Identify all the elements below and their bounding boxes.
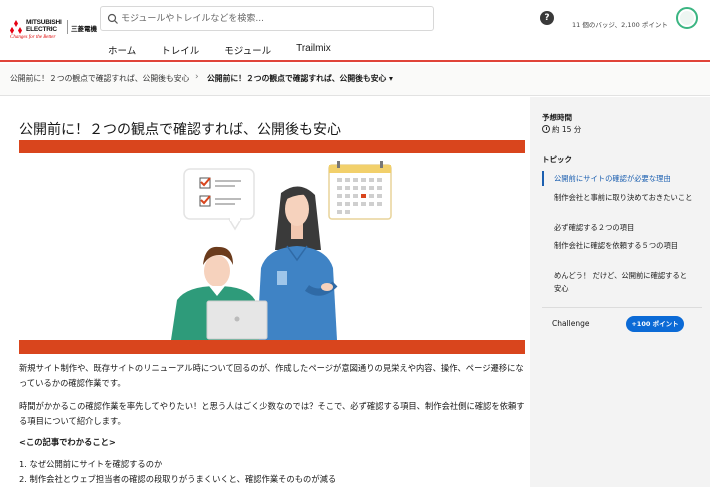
topic-link[interactable]: 制作会社に確認を依頼する５つの項目 [554, 239, 694, 252]
intro-paragraph: 新規サイト制作や、既存サイトのリニューアル時について回るのが、作成したページが意… [19, 363, 524, 388]
unit-sidebar: 予想時間 約 15 分 トピック 公開前にサイトの確認が必要な理由 制作会社と事… [530, 97, 710, 487]
help-icon[interactable]: ? [540, 11, 554, 25]
estimated-time-value: 約 15 分 [542, 124, 581, 135]
search-input[interactable] [121, 9, 421, 28]
sidebar-divider [542, 307, 702, 308]
calendar-icon [328, 161, 392, 220]
nav-item-modules[interactable]: モジュール [224, 43, 271, 57]
section-heading: <この記事でわかること> [19, 437, 116, 447]
breadcrumb-parent[interactable]: 公開前に！２つの観点で確認すれば、公開後も安心 [10, 73, 189, 84]
search-box[interactable] [100, 6, 434, 31]
breadcrumb-current-dropdown[interactable]: 公開前に！２つの観点で確認すれば、公開後も安心 ▾ [207, 73, 393, 84]
intro-paragraph-2: 時間がかかるこの確認作業を率先してやりたい！と思う人はごく少数なのでは？そこで、… [19, 401, 525, 426]
nav-item-home[interactable]: ホーム [108, 43, 136, 57]
logo-tagline: Changes for the Better [10, 35, 56, 40]
hero-bottom-band [19, 340, 525, 354]
active-topic-indicator [542, 171, 544, 186]
clock-icon [542, 125, 550, 133]
unit-content: 公開前に！２つの観点で確認すれば、公開後も安心 新規サイト制作や、既存サイトのリ… [0, 97, 530, 487]
people-checking-illustration [171, 161, 392, 340]
checklist-bubble-icon [183, 168, 255, 231]
challenge-link[interactable]: Challenge [552, 319, 590, 328]
topic-link[interactable]: 公開前にサイトの確認が必要な理由 [554, 172, 694, 185]
page-title: 公開前に！２つの観点で確認すれば、公開後も安心 [19, 122, 341, 138]
topics-label: トピック [542, 155, 572, 164]
estimated-time-label: 予想時間 [542, 113, 572, 122]
topic-link[interactable]: 必ず確認する２つの項目 [554, 221, 694, 234]
woman-figure [257, 186, 338, 340]
breadcrumb: 公開前に！２つの観点で確認すれば、公開後も安心 › 公開前に！２つの観点で確認す… [0, 64, 710, 96]
points-badge-button[interactable]: +100 ポイント [626, 316, 684, 332]
topic-link[interactable]: 制作会社と事前に取り決めておきたいこと [554, 191, 694, 204]
hero-illustration [19, 140, 525, 354]
logo-name: MITSUBISHI ELECTRIC [26, 19, 62, 33]
list-item: 2. 制作会社とウェブ担当者の確認の段取りがうまくいくと、確認作業そのものが減る [19, 474, 337, 484]
logo-divider [67, 20, 68, 34]
mitsubishi-diamonds-icon [10, 20, 22, 34]
list-item: 1. なぜ公開前にサイトを確認するのか [19, 459, 163, 469]
topic-link[interactable]: めんどう！ だけど、公開前に確認すると安心 [554, 269, 694, 295]
hero-top-band [19, 140, 525, 153]
main-nav: ホーム トレイル モジュール Trailmix [108, 43, 356, 57]
nav-item-trails[interactable]: トレイル [161, 43, 199, 57]
global-header: MITSUBISHI ELECTRIC Changes for the Bett… [0, 0, 710, 62]
badge-points-summary[interactable]: 11 個のバッジ、2,100 ポイント [572, 19, 668, 29]
chevron-right-icon: › [195, 72, 199, 82]
logo-jp-name: 三菱電機 [71, 25, 97, 33]
company-logo[interactable]: MITSUBISHI ELECTRIC Changes for the Bett… [8, 16, 97, 44]
nav-item-trailmix[interactable]: Trailmix [296, 43, 331, 57]
search-icon [107, 13, 118, 24]
avatar[interactable] [676, 7, 698, 29]
laptop-icon [206, 300, 268, 340]
